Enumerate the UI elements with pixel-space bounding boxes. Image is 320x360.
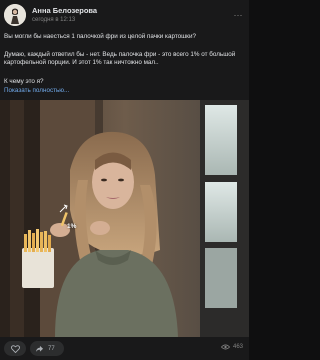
views-count: 463 xyxy=(232,344,243,350)
post-time[interactable]: сегодня в 12:13 xyxy=(32,17,75,23)
post-photo[interactable]: 1% xyxy=(0,100,249,337)
post-text-paragraph-3: К чему это я? xyxy=(4,78,44,85)
avatar[interactable] xyxy=(4,4,26,26)
like-button[interactable] xyxy=(4,341,26,356)
photo-illustration xyxy=(0,100,249,337)
views: 463 xyxy=(220,344,243,350)
post-header: Анна Белозерова сегодня в 12:13 ⋯ xyxy=(4,4,245,28)
post-text-paragraph-1: Вы могли бы наесться 1 палочкой фри из ц… xyxy=(4,33,196,40)
post-text-paragraph-2: Думаю, каждый ответил бы - нет. Ведь пал… xyxy=(4,51,236,67)
more-icon[interactable]: ⋯ xyxy=(233,10,243,20)
photo-caption: 1% xyxy=(67,223,77,230)
author-name[interactable]: Анна Белозерова xyxy=(32,6,97,15)
share-button[interactable]: 77 xyxy=(30,341,64,356)
show-more-link[interactable]: Показать полностью... xyxy=(4,87,69,95)
share-count: 77 xyxy=(48,345,55,352)
heart-icon xyxy=(10,344,20,353)
eye-icon xyxy=(220,344,230,350)
post-card: Анна Белозерова сегодня в 12:13 ⋯ Вы мог… xyxy=(0,0,249,360)
share-icon xyxy=(35,345,44,352)
post-footer: 77 463 xyxy=(0,337,249,360)
